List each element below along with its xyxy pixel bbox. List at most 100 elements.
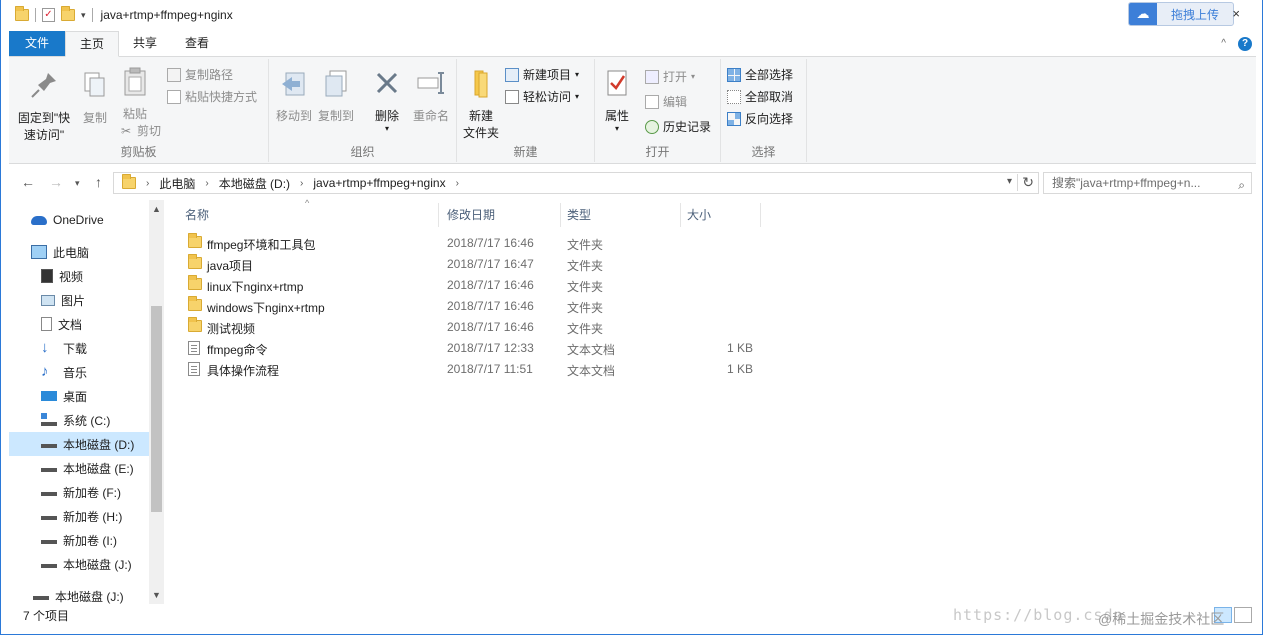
group-open: 属性 ▾ 打开 ▾ 编辑 历史记录 打开 (595, 59, 721, 162)
new-item-button[interactable]: 新建项目 ▾ (505, 66, 579, 83)
table-row[interactable]: ffmpeg命令 2018/7/17 12:33 文本文档 1 KB (181, 338, 761, 359)
nav-item-music[interactable]: ♪ 音乐 (9, 360, 149, 384)
copy-path-button[interactable]: 复制路径 (167, 66, 233, 83)
nav-item-drive-d[interactable]: 本地磁盘 (D:) (9, 432, 149, 456)
copy-to-button[interactable]: 复制到 (317, 67, 355, 125)
nav-item-videos[interactable]: 视频 (9, 264, 149, 288)
select-all-icon (727, 67, 741, 82)
address-bar[interactable]: › 此电脑 › 本地磁盘 (D:) › java+rtmp+ffmpeg+ngi… (113, 172, 1039, 194)
nav-item-onedrive[interactable]: OneDrive (9, 208, 149, 232)
chevron-right-icon[interactable]: › (456, 178, 459, 189)
edit-icon (645, 94, 659, 109)
close-icon[interactable]: × (1232, 6, 1240, 21)
breadcrumb-current-folder[interactable]: java+rtmp+ffmpeg+nginx (313, 176, 445, 190)
delete-button[interactable]: 删除 ▾ (369, 67, 405, 133)
tab-share[interactable]: 共享 (119, 31, 171, 56)
move-to-icon (282, 72, 305, 96)
nav-item-label: 此电脑 (53, 245, 90, 260)
table-row[interactable]: java项目 2018/7/17 16:47 文件夹 (181, 254, 761, 275)
properties-label: 属性 (604, 109, 629, 123)
properties-quick-icon[interactable]: ✓ (42, 8, 55, 22)
scroll-up-icon[interactable]: ▲ (152, 204, 161, 214)
upload-widget[interactable]: ☁ 拖拽上传 (1127, 2, 1234, 26)
nav-item-label: 本地磁盘 (J:) (55, 589, 124, 604)
nav-item-drive-j[interactable]: 本地磁盘 (J:) (9, 552, 149, 576)
search-placeholder: 搜索"java+rtmp+ffmpeg+n... (1052, 176, 1201, 190)
navigation-row: ← → ▾ ↑ › 此电脑 › 本地磁盘 (D:) › java+rtmp+ff… (9, 170, 1256, 196)
file-type: 文本文档 (567, 364, 616, 378)
table-row[interactable]: linux下nginx+rtmp 2018/7/17 16:46 文件夹 (181, 275, 761, 296)
navigation-scrollbar[interactable]: ▲ ▼ (149, 200, 164, 604)
nav-item-drive-i[interactable]: 新加卷 (I:) (9, 528, 149, 552)
new-folder-quick-icon[interactable] (61, 6, 75, 21)
up-icon[interactable]: ↑ (95, 174, 102, 190)
refresh-icon[interactable]: ↻ (1017, 174, 1034, 191)
group-clipboard: 固定到"快 速访问" 复制 粘贴 复制路径 粘贴快捷方式 ✂ 剪切 剪贴板 (9, 59, 269, 162)
chevron-right-icon[interactable]: › (300, 178, 303, 189)
chevron-right-icon[interactable]: › (205, 178, 208, 189)
nav-item-drive-e[interactable]: 本地磁盘 (E:) (9, 456, 149, 480)
pin-quick-access-button[interactable]: 固定到"快 速访问" (13, 69, 75, 144)
upload-label: 拖拽上传 (1170, 7, 1219, 22)
tab-home[interactable]: 主页 (65, 31, 120, 57)
select-none-button[interactable]: 全部取消 (727, 88, 793, 105)
nav-item-pictures[interactable]: 图片 (9, 288, 149, 312)
nav-item-downloads[interactable]: ↓ 下载 (9, 336, 149, 360)
nav-item-documents[interactable]: 文档 (9, 312, 149, 336)
history-button[interactable]: 历史记录 (645, 118, 711, 135)
nav-item-this-pc[interactable]: 此电脑 (9, 240, 149, 264)
copy-button[interactable]: 复制 (77, 69, 113, 127)
open-button[interactable]: 打开 ▾ (645, 68, 695, 85)
collapse-ribbon-icon[interactable]: ^ (1221, 38, 1226, 49)
search-icon[interactable]: ⌕ (1238, 175, 1245, 195)
scroll-down-icon[interactable]: ▼ (152, 590, 161, 600)
table-row[interactable]: windows下nginx+rtmp 2018/7/17 16:46 文件夹 (181, 296, 761, 317)
cut-button[interactable]: ✂ 剪切 (119, 122, 161, 139)
paste-button[interactable]: 粘贴 (115, 65, 155, 123)
file-size: 1 KB (727, 362, 754, 376)
table-row[interactable]: 测试视频 2018/7/17 16:46 文件夹 (181, 317, 761, 338)
scrollbar-thumb[interactable] (151, 306, 162, 512)
search-input[interactable]: 搜索"java+rtmp+ffmpeg+n... ⌕ (1043, 172, 1252, 194)
new-folder-button[interactable]: 新建 文件夹 (461, 67, 501, 142)
forward-icon[interactable]: → (49, 174, 63, 190)
address-dropdown-icon[interactable]: ▾ (1007, 176, 1012, 187)
paste-shortcut-icon (167, 89, 181, 104)
column-header-type[interactable]: 类型 (561, 203, 681, 227)
move-to-button[interactable]: 移动到 (275, 67, 313, 125)
edit-button[interactable]: 编辑 (645, 93, 687, 110)
breadcrumb-drive-d[interactable]: 本地磁盘 (D:) (219, 175, 290, 192)
tab-view[interactable]: 查看 (171, 31, 223, 56)
explorer-window: ✓ ▾ java+rtmp+ffmpeg+nginx ☁ 拖拽上传 × 文件 主… (0, 0, 1263, 635)
select-none-label: 全部取消 (745, 90, 794, 104)
nav-item-drive-h[interactable]: 新加卷 (H:) (9, 504, 149, 528)
table-row[interactable]: 具体操作流程 2018/7/17 11:51 文本文档 1 KB (181, 359, 761, 380)
help-icon[interactable]: ? (1238, 36, 1252, 51)
tab-file[interactable]: 文件 (9, 31, 66, 56)
paste-shortcut-button[interactable]: 粘贴快捷方式 (167, 88, 257, 105)
file-name: linux下nginx+rtmp (207, 280, 304, 294)
folder-icon (15, 6, 29, 21)
nav-item-desktop[interactable]: 桌面 (9, 384, 149, 408)
column-header-name[interactable]: 名称 (179, 203, 439, 227)
select-all-button[interactable]: 全部选择 (727, 66, 793, 83)
drive-icon (41, 485, 57, 499)
properties-button[interactable]: 属性 ▾ (599, 67, 635, 133)
nav-item-drive-c[interactable]: 系统 (C:) (9, 408, 149, 432)
column-header-size[interactable]: 大小 (681, 203, 761, 227)
delete-dropdown-icon[interactable]: ▾ (369, 125, 405, 133)
column-header-date[interactable]: 修改日期 (441, 203, 561, 227)
properties-dropdown-icon[interactable]: ▾ (599, 125, 635, 133)
back-icon[interactable]: ← (21, 174, 35, 190)
table-row[interactable]: ffmpeg环境和工具包 2018/7/17 16:46 文件夹 (181, 233, 761, 254)
recent-locations-icon[interactable]: ▾ (75, 178, 80, 189)
large-icons-view-icon[interactable] (1234, 607, 1252, 623)
invert-selection-button[interactable]: 反向选择 (727, 110, 793, 127)
rename-button[interactable]: 重命名 (409, 67, 453, 125)
move-to-label: 移动到 (275, 109, 312, 123)
breadcrumb-this-pc[interactable]: 此电脑 (159, 175, 195, 192)
chevron-right-icon[interactable]: › (146, 178, 149, 189)
customize-dropdown-icon[interactable]: ▾ (81, 10, 86, 21)
nav-item-drive-f[interactable]: 新加卷 (F:) (9, 480, 149, 504)
easy-access-button[interactable]: 轻松访问 ▾ (505, 88, 579, 105)
